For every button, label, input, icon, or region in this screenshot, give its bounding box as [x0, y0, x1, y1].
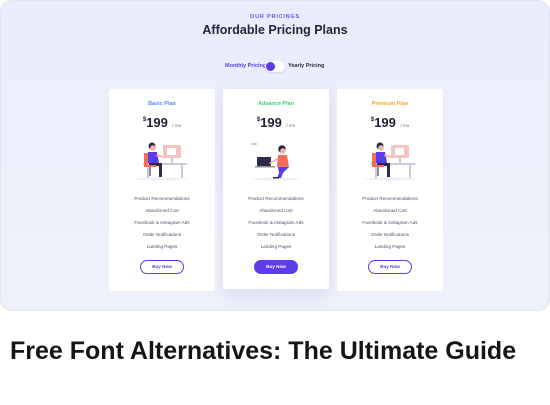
buy-now-button[interactable]: Buy Now	[254, 260, 298, 274]
feature-item: Landing Pages	[260, 244, 292, 249]
plan-name: Advance Plan	[257, 101, 295, 107]
article-title[interactable]: Free Font Alternatives: The Ultimate Gui…	[10, 334, 530, 368]
feature-list: Product Recommendations Abandoned Cart F…	[223, 193, 329, 253]
switch-knob	[266, 62, 275, 71]
billing-switch[interactable]	[265, 61, 285, 72]
price-amount: 199	[146, 115, 168, 130]
feature-item: Facebook & Instagram Ads	[134, 220, 190, 225]
pricing-heading: Affordable Pricing Plans	[202, 23, 348, 37]
feature-item: Facebook & Instagram Ads	[248, 220, 304, 225]
person-at-desk-illustration	[136, 142, 188, 181]
feature-list: Product Recommendations Abandoned Cart F…	[337, 193, 443, 253]
feature-item: Product Recommendations	[134, 196, 190, 201]
billing-toggle: Monthly Pricing Yearly Pricing	[1, 61, 549, 73]
feature-item: Abandoned Cart	[373, 208, 407, 213]
price-amount: 199	[260, 115, 282, 130]
yearly-pricing-label[interactable]: Yearly Pricing	[288, 63, 324, 69]
plan-name: Premium Plan	[371, 101, 409, 107]
feature-item: Landing Pages	[374, 244, 406, 249]
feature-item: Abandoned Cart	[145, 208, 179, 213]
plan-card-advance: Advance Plan $199 / mo Product Recommend…	[223, 89, 329, 289]
plan-price: $199 / mo	[337, 114, 443, 132]
feature-item: Landing Pages	[146, 244, 178, 249]
price-amount: 199	[374, 115, 396, 130]
monthly-pricing-label[interactable]: Monthly Pricing	[225, 63, 266, 69]
feature-item: Product Recommendations	[362, 196, 418, 201]
feature-item: Abandoned Cart	[259, 208, 293, 213]
buy-now-button[interactable]: Buy Now	[140, 260, 184, 274]
feature-item: Order Notifications	[142, 232, 182, 237]
price-period: / mo	[400, 123, 410, 128]
plan-card-premium: Premium Plan $199 / mo Product Recommend…	[337, 89, 443, 291]
plan-price: $199 / mo	[223, 114, 329, 132]
person-at-desk-illustration	[364, 142, 416, 181]
section-eyebrow: OUR PRICINGS	[250, 14, 300, 20]
plan-card-basic: Basic Plan $199 / mo Product Recommendat…	[109, 89, 215, 291]
plan-price: $199 / mo	[109, 114, 215, 132]
feature-list: Product Recommendations Abandoned Cart F…	[109, 193, 215, 253]
price-period: / mo	[286, 123, 296, 128]
person-with-laptop-illustration	[251, 143, 300, 181]
feature-item: Order Notifications	[370, 232, 410, 237]
pricing-preview-image[interactable]: OUR PRICINGS Affordable Pricing Plans Mo…	[0, 0, 550, 311]
feature-item: Facebook & Instagram Ads	[362, 220, 418, 225]
feature-item: Order Notifications	[256, 232, 296, 237]
plan-name: Basic Plan	[148, 101, 176, 107]
buy-now-button[interactable]: Buy Now	[368, 260, 412, 274]
feature-item: Product Recommendations	[248, 196, 304, 201]
price-period: / mo	[172, 123, 182, 128]
